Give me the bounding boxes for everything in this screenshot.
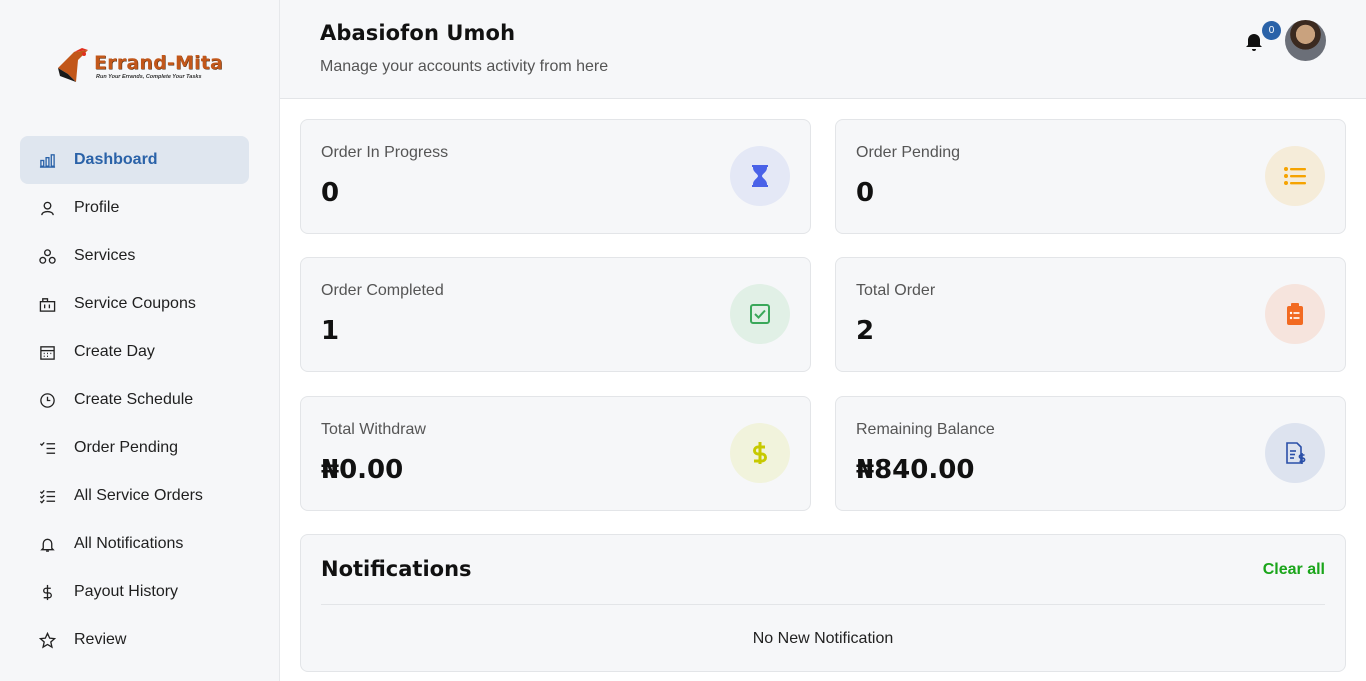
sidebar-item-all-notifications[interactable]: All Notifications [20,520,249,568]
bar-chart-icon [38,151,56,169]
invoice-dollar-icon [1265,423,1325,483]
bell-icon [38,535,56,553]
sidebar-item-dashboard[interactable]: Dashboard [20,136,249,184]
sidebar: Errand-Mita Run Your Errands, Complete Y… [0,0,280,681]
list-icon [1265,146,1325,206]
card-order-pending: Order Pending 0 [835,119,1346,234]
hourglass-icon [730,146,790,206]
card-title: Order Pending [856,144,961,161]
check-square-icon [730,284,790,344]
brand-tagline: Run Your Errands, Complete Your Tasks [96,73,202,80]
page-title: Abasiofon Umoh [320,21,516,45]
card-remaining-balance: Remaining Balance ₦840.00 [835,396,1346,511]
brand-logo[interactable]: Errand-Mita Run Your Errands, Complete Y… [54,44,229,88]
sidebar-item-label: Create Day [74,343,155,360]
user-icon [38,199,56,217]
sidebar-item-service-coupons[interactable]: Service Coupons [20,280,249,328]
empty-notifications-text: No New Notification [752,630,894,647]
calendar-icon [38,343,56,361]
card-title: Total Withdraw [321,421,426,438]
divider [321,604,1325,605]
card-value: ₦0.00 [321,455,404,485]
sidebar-item-label: Review [74,631,127,648]
sidebar-item-review[interactable]: Review [20,616,249,664]
services-icon [38,247,56,265]
clipboard-icon [1265,284,1325,344]
page-subtitle: Manage your accounts activity from here [320,58,609,75]
card-title: Order In Progress [321,144,449,161]
sidebar-nav: Dashboard Profile Services Service Coupo… [20,136,249,664]
coupon-icon [38,295,56,313]
card-value: 1 [321,316,340,346]
page-header: Abasiofon Umoh Manage your accounts acti… [280,0,1366,99]
sidebar-item-label: Profile [74,199,120,216]
star-icon [38,631,56,649]
card-value: 0 [321,178,340,208]
avatar[interactable] [1285,20,1326,61]
sidebar-item-profile[interactable]: Profile [20,184,249,232]
card-total-order: Total Order 2 [835,257,1346,372]
list-check-icon [38,439,56,457]
sidebar-item-services[interactable]: Services [20,232,249,280]
card-value: ₦840.00 [856,455,975,485]
checklist-icon [38,487,56,505]
card-title: Total Order [856,282,936,299]
notifications-panel: Notifications Clear all No New Notificat… [300,534,1346,672]
card-total-withdraw: Total Withdraw ₦0.00 [300,396,811,511]
dollar-icon [38,583,56,601]
card-title: Order Completed [321,282,444,299]
card-value: 2 [856,316,875,346]
sidebar-item-payout-history[interactable]: Payout History [20,568,249,616]
sidebar-item-label: Service Coupons [74,295,196,312]
sidebar-item-label: All Notifications [74,535,184,552]
sidebar-item-create-day[interactable]: Create Day [20,328,249,376]
card-order-in-progress: Order In Progress 0 [300,119,811,234]
sidebar-item-order-pending[interactable]: Order Pending [20,424,249,472]
sidebar-item-label: Payout History [74,583,179,600]
card-order-completed: Order Completed 1 [300,257,811,372]
card-title: Remaining Balance [856,421,995,438]
logo-mark-icon [54,46,92,86]
dollar-icon [730,423,790,483]
sidebar-item-label: All Service Orders [74,487,203,504]
sidebar-item-create-schedule[interactable]: Create Schedule [20,376,249,424]
notifications-title: Notifications [321,557,472,581]
sidebar-item-label: Services [74,247,136,264]
sidebar-item-label: Create Schedule [74,391,194,408]
card-value: 0 [856,178,875,208]
sidebar-item-all-service-orders[interactable]: All Service Orders [20,472,249,520]
clock-icon [38,391,56,409]
sidebar-item-label: Order Pending [74,439,179,456]
clear-all-button[interactable]: Clear all [1263,561,1325,579]
sidebar-item-label: Dashboard [74,151,158,168]
notification-count-badge: 0 [1262,21,1281,40]
brand-name: Errand-Mita [94,51,224,74]
